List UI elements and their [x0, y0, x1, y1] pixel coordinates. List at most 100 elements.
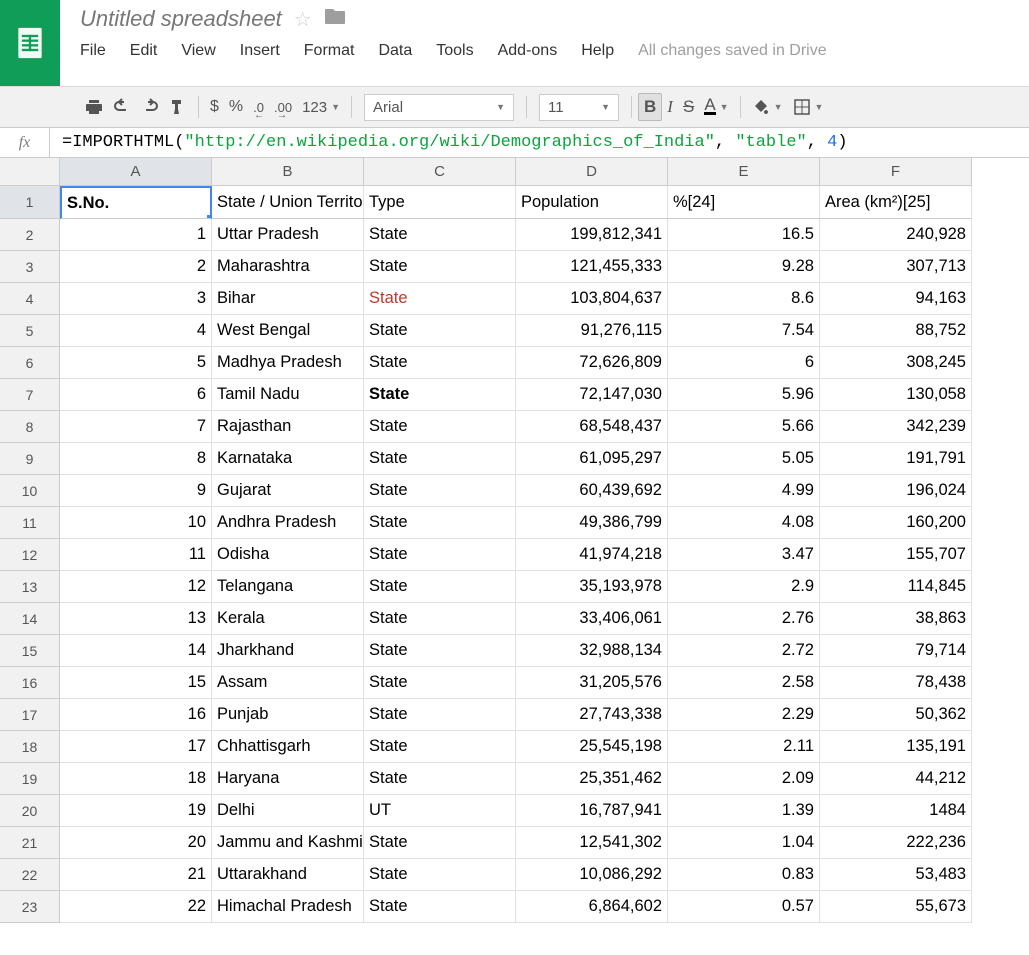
- cell[interactable]: 53,483: [820, 859, 972, 891]
- cell[interactable]: 79,714: [820, 635, 972, 667]
- cell[interactable]: 2.09: [668, 763, 820, 795]
- cell[interactable]: Gujarat: [212, 475, 364, 507]
- cell[interactable]: 7: [60, 411, 212, 443]
- cell[interactable]: S.No.: [60, 186, 212, 219]
- cell[interactable]: 1484: [820, 795, 972, 827]
- cell[interactable]: 72,147,030: [516, 379, 668, 411]
- cell[interactable]: State: [364, 827, 516, 859]
- cell[interactable]: 68,548,437: [516, 411, 668, 443]
- menu-help[interactable]: Help: [581, 42, 614, 60]
- cell[interactable]: Delhi: [212, 795, 364, 827]
- row-header[interactable]: 9: [0, 443, 60, 475]
- cell[interactable]: 1: [60, 219, 212, 251]
- cell[interactable]: 72,626,809: [516, 347, 668, 379]
- decrease-decimal-button[interactable]: .0←: [248, 97, 269, 118]
- col-header-C[interactable]: C: [364, 158, 516, 186]
- cell[interactable]: 135,191: [820, 731, 972, 763]
- cell[interactable]: 199,812,341: [516, 219, 668, 251]
- cell[interactable]: Odisha: [212, 539, 364, 571]
- cell[interactable]: Assam: [212, 667, 364, 699]
- cell[interactable]: 49,386,799: [516, 507, 668, 539]
- row-header[interactable]: 15: [0, 635, 60, 667]
- strikethrough-button[interactable]: S: [678, 94, 699, 120]
- paint-format-button[interactable]: [164, 95, 192, 119]
- cell[interactable]: 20: [60, 827, 212, 859]
- cell[interactable]: 114,845: [820, 571, 972, 603]
- row-header[interactable]: 3: [0, 251, 60, 283]
- cell[interactable]: State: [364, 603, 516, 635]
- cell[interactable]: 2.76: [668, 603, 820, 635]
- row-header[interactable]: 20: [0, 795, 60, 827]
- cell[interactable]: State: [364, 315, 516, 347]
- cell[interactable]: 94,163: [820, 283, 972, 315]
- row-header[interactable]: 17: [0, 699, 60, 731]
- undo-button[interactable]: [108, 95, 136, 119]
- col-header-D[interactable]: D: [516, 158, 668, 186]
- cell[interactable]: Population: [516, 186, 668, 219]
- cell[interactable]: State: [364, 571, 516, 603]
- borders-button[interactable]: ▼: [788, 95, 829, 119]
- currency-button[interactable]: $: [205, 95, 224, 119]
- cell[interactable]: 0.57: [668, 891, 820, 923]
- cell[interactable]: 22: [60, 891, 212, 923]
- cell[interactable]: State: [364, 539, 516, 571]
- fill-color-button[interactable]: ▼: [747, 95, 788, 119]
- row-header[interactable]: 22: [0, 859, 60, 891]
- cell[interactable]: 8.6: [668, 283, 820, 315]
- cell[interactable]: 61,095,297: [516, 443, 668, 475]
- cell[interactable]: State: [364, 891, 516, 923]
- cell[interactable]: 8: [60, 443, 212, 475]
- font-select[interactable]: Arial▼: [364, 94, 514, 121]
- cell[interactable]: 10,086,292: [516, 859, 668, 891]
- cell[interactable]: State: [364, 379, 516, 411]
- cell[interactable]: 12,541,302: [516, 827, 668, 859]
- cell[interactable]: State: [364, 219, 516, 251]
- cell[interactable]: 342,239: [820, 411, 972, 443]
- cell[interactable]: 27,743,338: [516, 699, 668, 731]
- cell[interactable]: 308,245: [820, 347, 972, 379]
- cell[interactable]: 55,673: [820, 891, 972, 923]
- cell[interactable]: 222,236: [820, 827, 972, 859]
- menu-data[interactable]: Data: [378, 42, 412, 60]
- cell[interactable]: 35,193,978: [516, 571, 668, 603]
- cell[interactable]: 16: [60, 699, 212, 731]
- cell[interactable]: State: [364, 443, 516, 475]
- row-header[interactable]: 2: [0, 219, 60, 251]
- cell[interactable]: Andhra Pradesh: [212, 507, 364, 539]
- cell[interactable]: 2.11: [668, 731, 820, 763]
- cell[interactable]: 103,804,637: [516, 283, 668, 315]
- cell[interactable]: 6: [60, 379, 212, 411]
- row-header[interactable]: 18: [0, 731, 60, 763]
- cell[interactable]: State: [364, 635, 516, 667]
- cell[interactable]: 2.72: [668, 635, 820, 667]
- menu-tools[interactable]: Tools: [436, 42, 473, 60]
- cell[interactable]: 91,276,115: [516, 315, 668, 347]
- cell[interactable]: 196,024: [820, 475, 972, 507]
- cell[interactable]: 240,928: [820, 219, 972, 251]
- cell[interactable]: 9: [60, 475, 212, 507]
- row-header[interactable]: 4: [0, 283, 60, 315]
- row-header[interactable]: 10: [0, 475, 60, 507]
- row-header[interactable]: 13: [0, 571, 60, 603]
- menu-insert[interactable]: Insert: [240, 42, 280, 60]
- cell[interactable]: 14: [60, 635, 212, 667]
- document-title[interactable]: Untitled spreadsheet: [80, 6, 282, 32]
- cell[interactable]: Telangana: [212, 571, 364, 603]
- cell[interactable]: 16,787,941: [516, 795, 668, 827]
- increase-decimal-button[interactable]: .00→: [269, 97, 297, 118]
- font-size-select[interactable]: 11▼: [539, 94, 619, 121]
- cell[interactable]: 88,752: [820, 315, 972, 347]
- redo-button[interactable]: [136, 95, 164, 119]
- cell[interactable]: 41,974,218: [516, 539, 668, 571]
- cell[interactable]: Chhattisgarh: [212, 731, 364, 763]
- row-header[interactable]: 1: [0, 186, 60, 219]
- menu-addons[interactable]: Add-ons: [498, 42, 558, 60]
- print-button[interactable]: [80, 95, 108, 119]
- cell[interactable]: 10: [60, 507, 212, 539]
- text-color-button[interactable]: A ▼: [699, 96, 733, 118]
- cell[interactable]: 3: [60, 283, 212, 315]
- cell[interactable]: 4: [60, 315, 212, 347]
- cell[interactable]: State: [364, 763, 516, 795]
- cell[interactable]: State: [364, 411, 516, 443]
- cell[interactable]: 160,200: [820, 507, 972, 539]
